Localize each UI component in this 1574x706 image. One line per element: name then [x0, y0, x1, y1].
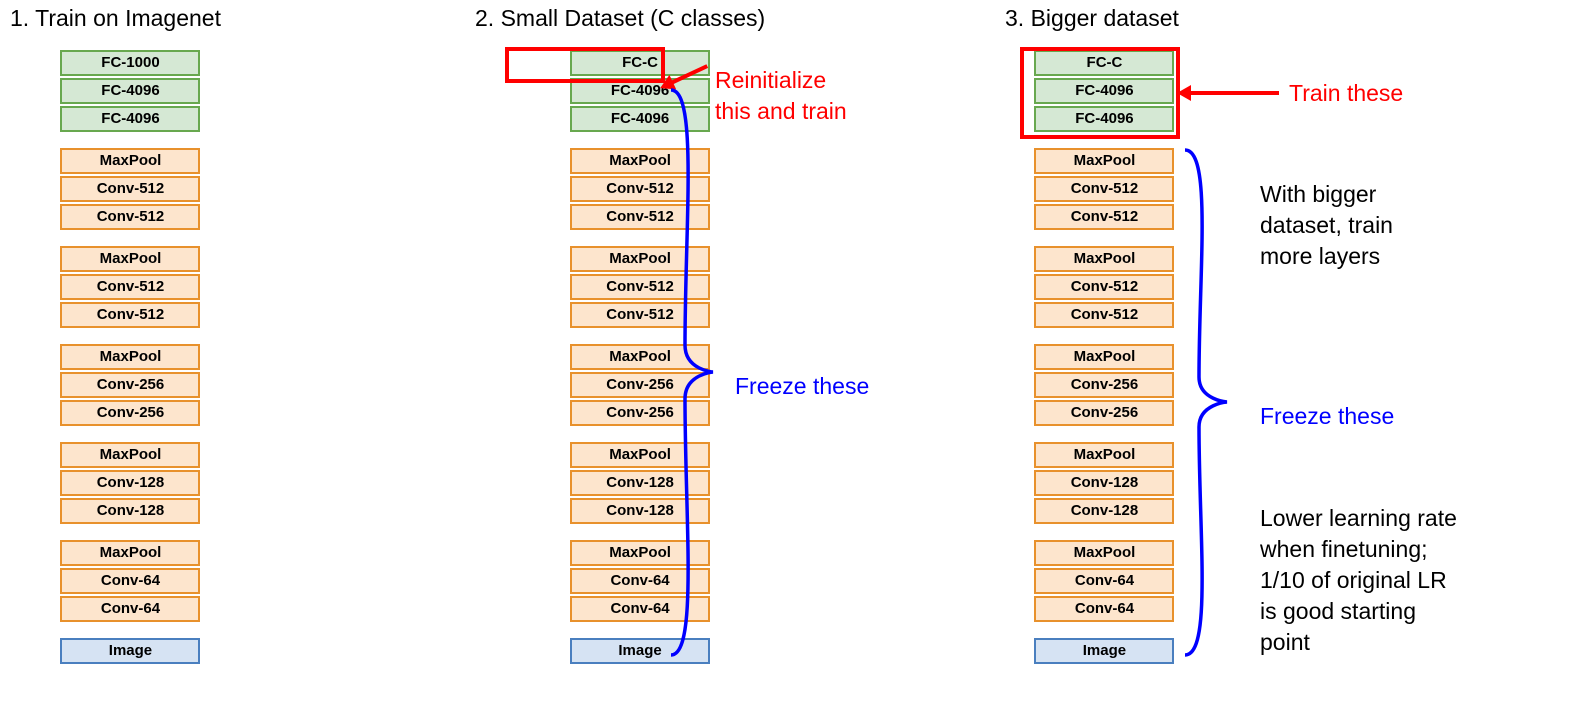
layer-maxpool: MaxPool: [1034, 148, 1174, 174]
annotation-bigger-dataset: With biggerdataset, trainmore layers: [1260, 179, 1393, 272]
column-title: 1. Train on Imagenet: [10, 5, 221, 32]
layer-conv-512: Conv-512: [1034, 204, 1174, 230]
arrow-red-icon: [1189, 91, 1279, 95]
curly-brace-icon: [1177, 145, 1237, 660]
layer-maxpool: MaxPool: [60, 442, 200, 468]
layer-conv-512: Conv-512: [1034, 302, 1174, 328]
layer-group: MaxPoolConv-256Conv-256: [1034, 344, 1174, 428]
layer-group: MaxPoolConv-512Conv-512: [60, 246, 200, 330]
layer-group: MaxPoolConv-128Conv-128: [60, 442, 200, 526]
layer-maxpool: MaxPool: [1034, 540, 1174, 566]
layer-image: Image: [60, 638, 200, 664]
annotation-reinitialize: Reinitializethis and train: [715, 65, 847, 127]
layer-group: MaxPoolConv-512Conv-512: [1034, 148, 1174, 232]
layer-maxpool: MaxPool: [60, 246, 200, 272]
layer-conv-256: Conv-256: [1034, 372, 1174, 398]
layer-group: Image: [60, 638, 200, 666]
layer-maxpool: MaxPool: [1034, 246, 1174, 272]
layer-conv-64: Conv-64: [60, 596, 200, 622]
layer-stack: FC-1000FC-4096FC-4096MaxPoolConv-512Conv…: [40, 50, 221, 666]
layer-group: Image: [1034, 638, 1174, 666]
layer-conv-128: Conv-128: [1034, 498, 1174, 524]
layer-conv-64: Conv-64: [1034, 568, 1174, 594]
layer-group: FC-1000FC-4096FC-4096: [60, 50, 200, 134]
layer-conv-64: Conv-64: [60, 568, 200, 594]
layer-conv-128: Conv-128: [60, 470, 200, 496]
layer-conv-512: Conv-512: [60, 204, 200, 230]
layer-maxpool: MaxPool: [1034, 344, 1174, 370]
annotation-freeze: Freeze these: [735, 371, 869, 402]
column-bigger-dataset: 3. Bigger dataset FC-CFC-4096FC-4096MaxP…: [1005, 5, 1179, 666]
layer-group: MaxPoolConv-256Conv-256: [60, 344, 200, 428]
layer-maxpool: MaxPool: [1034, 442, 1174, 468]
layer-fc-4096: FC-4096: [60, 78, 200, 104]
layer-group: MaxPoolConv-512Conv-512: [1034, 246, 1174, 330]
layer-conv-512: Conv-512: [60, 302, 200, 328]
layer-image: Image: [1034, 638, 1174, 664]
layer-conv-512: Conv-512: [1034, 274, 1174, 300]
layer-conv-512: Conv-512: [60, 274, 200, 300]
layer-fc-4096: FC-4096: [1034, 106, 1174, 132]
layer-group: MaxPoolConv-64Conv-64: [1034, 540, 1174, 624]
annotation-freeze: Freeze these: [1260, 401, 1394, 432]
layer-group: MaxPoolConv-64Conv-64: [60, 540, 200, 624]
column-title: 3. Bigger dataset: [1005, 5, 1179, 32]
layer-maxpool: MaxPool: [60, 344, 200, 370]
annotation-learning-rate: Lower learning ratewhen finetuning;1/10 …: [1260, 503, 1457, 658]
layer-conv-128: Conv-128: [1034, 470, 1174, 496]
column-imagenet: 1. Train on Imagenet FC-1000FC-4096FC-40…: [10, 5, 221, 666]
layer-group: MaxPoolConv-128Conv-128: [1034, 442, 1174, 526]
layer-conv-64: Conv-64: [1034, 596, 1174, 622]
layer-conv-128: Conv-128: [60, 498, 200, 524]
layer-fc-4096: FC-4096: [60, 106, 200, 132]
layer-fc-c: FC-C: [1034, 50, 1174, 76]
layer-conv-512: Conv-512: [60, 176, 200, 202]
layer-conv-256: Conv-256: [60, 372, 200, 398]
layer-conv-512: Conv-512: [1034, 176, 1174, 202]
layer-fc-4096: FC-4096: [1034, 78, 1174, 104]
layer-group: FC-CFC-4096FC-4096: [1034, 50, 1174, 134]
curly-brace-icon: [663, 85, 723, 660]
layer-conv-256: Conv-256: [1034, 400, 1174, 426]
annotation-train-these: Train these: [1289, 78, 1403, 109]
layer-fc-1000: FC-1000: [60, 50, 200, 76]
column-title: 2. Small Dataset (C classes): [475, 5, 765, 32]
column-small-dataset: 2. Small Dataset (C classes) FC-CFC-4096…: [475, 5, 765, 666]
layer-group: MaxPoolConv-512Conv-512: [60, 148, 200, 232]
layer-stack: FC-CFC-4096FC-4096MaxPoolConv-512Conv-51…: [515, 50, 765, 666]
layer-stack: FC-CFC-4096FC-4096MaxPoolConv-512Conv-51…: [1030, 50, 1179, 666]
layer-conv-256: Conv-256: [60, 400, 200, 426]
layer-maxpool: MaxPool: [60, 148, 200, 174]
layer-maxpool: MaxPool: [60, 540, 200, 566]
